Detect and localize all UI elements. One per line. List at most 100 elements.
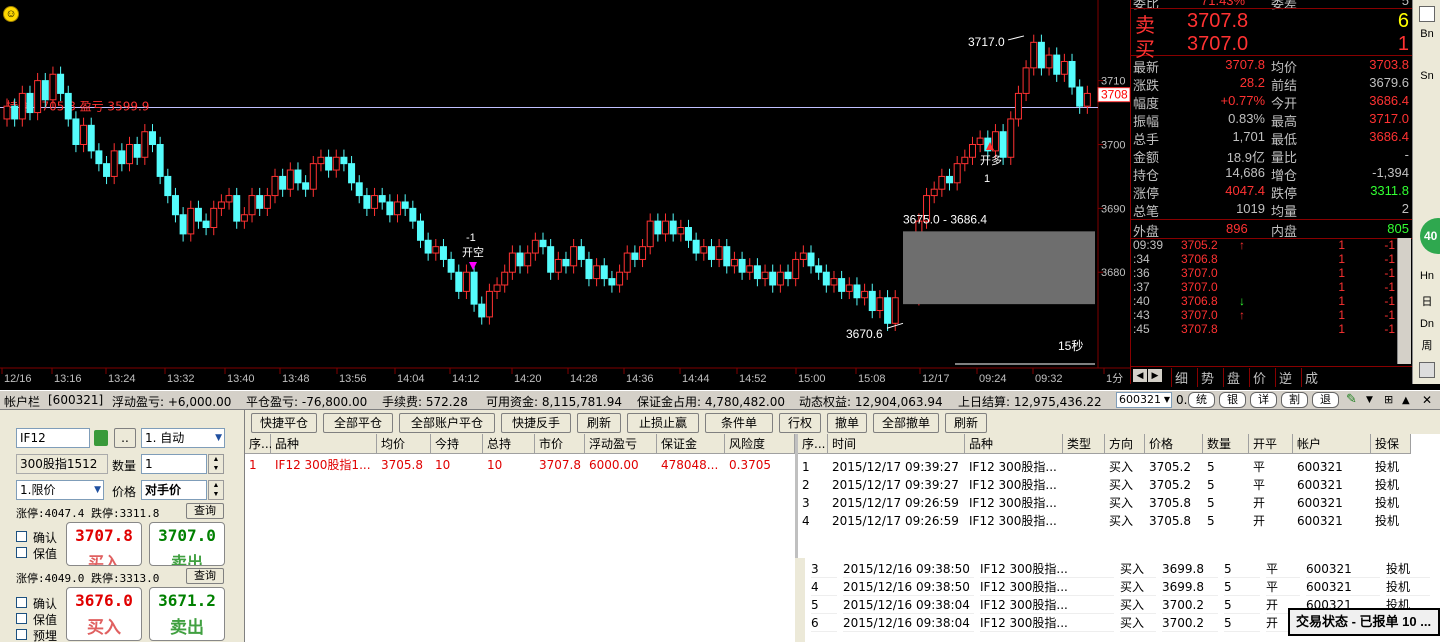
table-cell[interactable]: IF12 300股指... (969, 512, 1061, 530)
table-cell[interactable]: 10 (435, 456, 481, 474)
tab-scroll-right[interactable]: ▶ (1148, 369, 1162, 382)
code-input[interactable]: IF12 (16, 428, 90, 448)
keep-checkbox[interactable] (16, 547, 27, 558)
table-cell[interactable]: 600321 (1306, 560, 1380, 578)
table-cell[interactable]: 0.3705 (729, 456, 793, 474)
column-header[interactable]: 帐户 (1293, 434, 1371, 454)
table-cell[interactable]: 投机 (1386, 560, 1430, 578)
column-header[interactable]: 序... (245, 434, 272, 454)
acct-btn-4[interactable]: 退 (1312, 392, 1339, 408)
table-cell[interactable]: 5 (811, 596, 837, 614)
table-cell[interactable]: 2015/12/17 09:39:27 (832, 458, 963, 476)
table-cell[interactable]: 600321 (1297, 458, 1369, 476)
table-cell[interactable]: 5 (1207, 476, 1247, 494)
table-cell[interactable]: IF12 300股指... (969, 458, 1061, 476)
quote-tab-4[interactable]: 逆 (1275, 368, 1292, 387)
table-cell[interactable]: 4 (811, 578, 837, 596)
table-cell[interactable]: 1 (802, 458, 826, 476)
rail-bottom-icon[interactable] (1419, 362, 1435, 378)
column-header[interactable]: 类型 (1063, 434, 1105, 454)
toolbar-button-10[interactable]: 刷新 (945, 413, 987, 433)
mode-select[interactable]: 1. 自动 ▼ (141, 428, 225, 448)
arrow-down-icon[interactable]: ▼ (1366, 395, 1373, 405)
rail-top-icon[interactable] (1419, 6, 1435, 22)
table-cell[interactable]: 买入 (1120, 578, 1156, 596)
table-cell[interactable]: 2015/12/17 09:26:59 (832, 512, 963, 530)
table-cell[interactable]: 3707.8 (539, 456, 583, 474)
table-cell[interactable]: 5 (1224, 614, 1260, 632)
table-cell[interactable]: IF12 300股指... (980, 596, 1114, 614)
table-cell[interactable]: 478048... (661, 456, 723, 474)
column-header[interactable]: 市价 (535, 434, 585, 454)
acct-btn-0[interactable]: 统 (1188, 392, 1215, 408)
quote-tab-5[interactable]: 成 (1301, 368, 1318, 387)
table-cell[interactable]: 平 (1266, 560, 1300, 578)
table-cell[interactable]: 开 (1253, 512, 1291, 530)
table-cell[interactable]: 投机 (1375, 512, 1409, 530)
lock-icon[interactable] (94, 430, 108, 446)
order-type-select[interactable]: 1.限价 ▼ (16, 480, 104, 500)
table-cell[interactable]: IF12 300股指... (980, 578, 1114, 596)
toolbar-button-8[interactable]: 撤单 (827, 413, 867, 433)
confirm-checkbox[interactable] (16, 531, 27, 542)
column-header[interactable]: 风险度 (725, 434, 795, 454)
table-cell[interactable]: IF12 300股指... (980, 560, 1114, 578)
table-cell[interactable]: 5 (1207, 512, 1247, 530)
column-header[interactable]: 品种 (271, 434, 377, 454)
sell-open-button[interactable]: 3707.0 卖出 (149, 522, 225, 566)
table-cell[interactable]: 600321 (1297, 512, 1369, 530)
query-button[interactable]: 查询 (186, 503, 224, 519)
quote-tab-3[interactable]: 价 (1249, 368, 1266, 387)
table-cell[interactable]: 2 (802, 476, 826, 494)
browse-button[interactable]: .. (114, 428, 136, 448)
pin-icon[interactable]: ⊞ (1384, 393, 1393, 406)
table-cell[interactable]: IF12 300股指... (980, 614, 1114, 632)
table-cell[interactable]: 投机 (1375, 476, 1409, 494)
acct-btn-3[interactable]: 割 (1281, 392, 1308, 408)
quote-tab-0[interactable]: 细 (1171, 368, 1188, 387)
rail-item-1[interactable]: Sn (1413, 66, 1440, 87)
qty-input[interactable]: 1 (141, 454, 207, 474)
table-cell[interactable]: 买入 (1120, 614, 1156, 632)
table-cell[interactable]: 600321 (1297, 476, 1369, 494)
chart-canvas[interactable]: 3710370036903680持仓 3705.8 盈亏 3599.937083… (0, 0, 1130, 384)
rail-item-4[interactable]: Dn (1413, 314, 1440, 335)
buy-open-button[interactable]: 3707.8 买入 (66, 522, 142, 566)
table-cell[interactable]: 平 (1266, 578, 1300, 596)
column-header[interactable]: 今持 (431, 434, 483, 454)
account-select[interactable]: 600321 ▼ (1116, 392, 1172, 408)
table-cell[interactable]: 5 (1207, 458, 1247, 476)
table-cell[interactable]: 3700.2 (1162, 614, 1218, 632)
table-cell[interactable]: 2015/12/17 09:39:27 (832, 476, 963, 494)
toolbar-button-4[interactable]: 刷新 (577, 413, 621, 433)
toolbar-button-2[interactable]: 全部账户平仓 (399, 413, 495, 433)
table-cell[interactable]: 6000.00 (589, 456, 655, 474)
table-cell[interactable]: 投机 (1375, 458, 1409, 476)
collapse-icon[interactable]: ▲ (1402, 395, 1410, 406)
smiley-icon[interactable]: ☺ (3, 6, 19, 22)
tick-scrollbar[interactable] (1397, 238, 1411, 364)
candlestick-chart[interactable]: 3710 3700 3690 3680 持仓 3705.8 盈亏 3599.9 3708 3… (0, 0, 1130, 384)
rail-item-2[interactable]: Hn (1413, 266, 1440, 287)
column-header[interactable]: 序... (798, 434, 828, 454)
table-cell[interactable]: 买入 (1109, 458, 1143, 476)
table-cell[interactable]: 3700.2 (1162, 596, 1218, 614)
table-cell[interactable]: IF12 300股指1... (275, 456, 375, 474)
table-cell[interactable]: 开 (1253, 494, 1291, 512)
pre-checkbox[interactable] (16, 629, 27, 640)
table-cell[interactable]: 买入 (1109, 512, 1143, 530)
toolbar-button-6[interactable]: 条件单 (705, 413, 773, 433)
toolbar-button-1[interactable]: 全部平仓 (323, 413, 393, 433)
price-stepper[interactable]: ▲ ▼ (208, 480, 224, 500)
quote-tab-2[interactable]: 盘 (1223, 368, 1240, 387)
toolbar-button-7[interactable]: 行权 (779, 413, 821, 433)
table-cell[interactable]: 买入 (1120, 596, 1156, 614)
column-header[interactable]: 投保 (1371, 434, 1411, 454)
table-cell[interactable] (1067, 494, 1103, 512)
wand-icon[interactable]: ✎ (1346, 392, 1357, 407)
column-header[interactable]: 方向 (1105, 434, 1145, 454)
table-cell[interactable] (1067, 476, 1103, 494)
rail-item-0[interactable]: Bn (1413, 24, 1440, 45)
table-cell[interactable]: 买入 (1109, 476, 1143, 494)
table-cell[interactable]: IF12 300股指... (969, 494, 1061, 512)
